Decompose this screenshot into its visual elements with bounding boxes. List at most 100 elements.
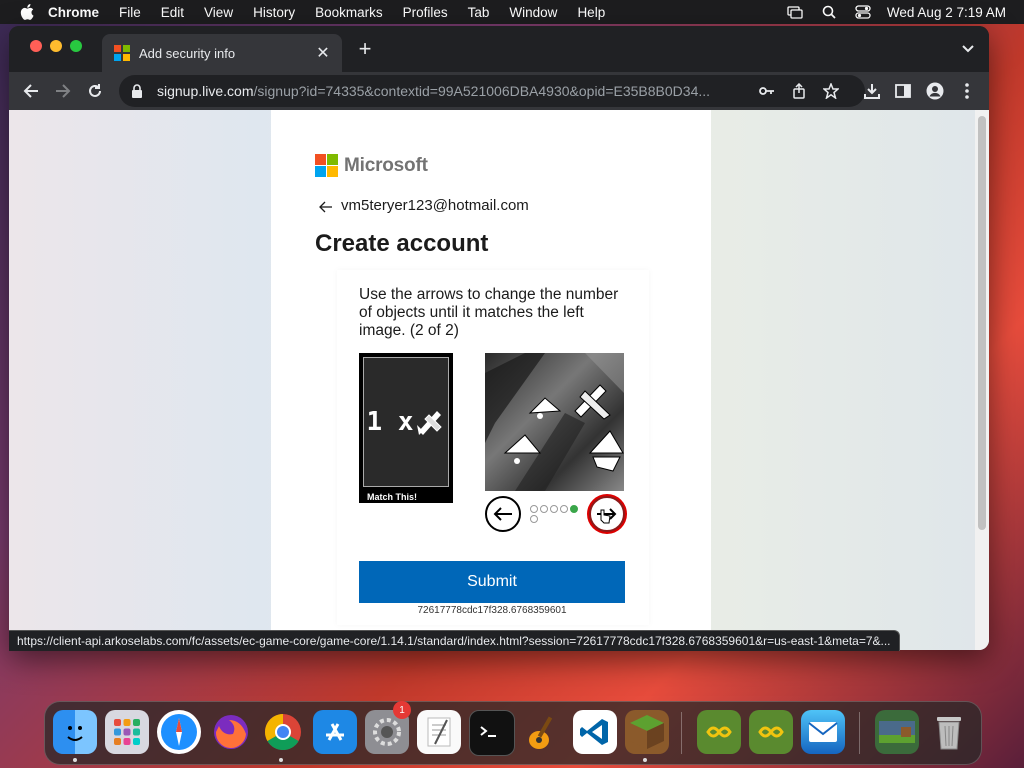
menu-tab[interactable]: Tab (468, 5, 490, 20)
progress-dot (550, 505, 558, 513)
signup-card: Microsoft vm5teryer123@hotmail.com Creat… (271, 110, 711, 650)
textedit-icon[interactable] (417, 710, 461, 754)
captcha-controls (485, 496, 625, 532)
menu-help[interactable]: Help (577, 5, 605, 20)
tab-title: Add security info (139, 45, 236, 61)
minecraft-launcher-2-icon[interactable] (749, 710, 793, 754)
side-panel-icon[interactable] (891, 79, 915, 103)
minecraft-running-dot (643, 758, 647, 762)
back-arrow-icon[interactable] (319, 200, 333, 212)
minecraft-icon[interactable] (625, 710, 669, 754)
chrome-menu-icon[interactable] (955, 79, 979, 103)
page-scrollbar[interactable] (975, 110, 989, 650)
zoom-window-button[interactable] (70, 40, 82, 52)
settings-badge: 1 (393, 701, 411, 719)
finder-running-dot (73, 758, 77, 762)
captcha-frame: Use the arrows to change the number of o… (337, 270, 649, 625)
control-center-icon[interactable] (855, 5, 871, 19)
reload-button[interactable] (83, 79, 107, 103)
minimize-window-button[interactable] (50, 40, 62, 52)
captcha-target-image: 1 x Match This! (359, 353, 453, 503)
launchpad-icon[interactable] (105, 710, 149, 754)
screen-mirroring-icon[interactable] (787, 5, 803, 19)
mail-icon[interactable] (801, 710, 845, 754)
dock: 1 (44, 701, 982, 765)
finder-icon[interactable] (53, 710, 97, 754)
menu-window[interactable]: Window (509, 5, 557, 20)
progress-dot (530, 505, 538, 513)
bookmark-star-icon[interactable] (821, 81, 841, 101)
scrollbar-thumb[interactable] (978, 116, 986, 530)
forward-button[interactable] (51, 79, 75, 103)
lock-icon[interactable] (131, 84, 143, 98)
terminal-icon[interactable] (469, 710, 515, 756)
link-status-bar: https://client-api.arkoselabs.com/fc/ass… (9, 630, 900, 651)
captcha-match-label: Match This! (367, 492, 418, 502)
garageband-icon[interactable] (521, 710, 565, 754)
dock-separator (859, 712, 860, 754)
tab-strip: Add security info ✕ + (9, 26, 989, 72)
close-window-button[interactable] (30, 40, 42, 52)
right-arrow-hand-cursor-icon (597, 508, 617, 524)
page-title: Create account (315, 230, 489, 257)
url-text[interactable]: signup.live.com/signup?id=74335&contexti… (157, 83, 757, 99)
share-icon[interactable] (789, 81, 809, 101)
trash-icon[interactable] (927, 710, 971, 754)
chrome-running-dot (279, 758, 283, 762)
captcha-instruction: Use the arrows to change the number of o… (359, 286, 619, 339)
target-object-icon (417, 411, 443, 435)
menu-view[interactable]: View (204, 5, 233, 20)
microsoft-favicon-icon (114, 45, 130, 61)
address-bar[interactable]: signup.live.com/signup?id=74335&contexti… (119, 75, 865, 107)
microsoft-logo: Microsoft (315, 154, 428, 177)
new-tab-button[interactable]: + (353, 38, 377, 62)
downloads-stack-icon[interactable] (875, 710, 919, 754)
menu-edit[interactable]: Edit (161, 5, 184, 20)
captcha-puzzle-image (485, 353, 624, 491)
captcha-progress-dots (530, 505, 582, 525)
progress-dot-active (570, 505, 578, 513)
apple-menu-icon[interactable] (20, 4, 34, 20)
browser-window: Add security info ✕ + signup.live.com/si… (9, 26, 989, 650)
menu-bookmarks[interactable]: Bookmarks (315, 5, 383, 20)
menu-file[interactable]: File (119, 5, 141, 20)
page-viewport: Microsoft vm5teryer123@hotmail.com Creat… (9, 110, 989, 650)
minecraft-launcher-icon[interactable] (697, 710, 741, 754)
app-store-icon[interactable] (313, 710, 357, 754)
safari-icon[interactable] (157, 710, 201, 754)
back-button[interactable] (19, 79, 43, 103)
menu-history[interactable]: History (253, 5, 295, 20)
tab-add-security-info[interactable]: Add security info ✕ (102, 34, 342, 72)
close-tab-icon[interactable]: ✕ (316, 43, 330, 63)
progress-dot (560, 505, 568, 513)
url-path: /signup?id=74335&contextid=99A521006DBA4… (253, 83, 711, 99)
firefox-icon[interactable] (209, 710, 253, 754)
identity-email: vm5teryer123@hotmail.com (341, 197, 529, 214)
spotlight-search-icon[interactable] (821, 5, 837, 19)
vscode-icon[interactable] (573, 710, 617, 754)
captcha-target-count: 1 x (366, 407, 414, 437)
menu-profiles[interactable]: Profiles (403, 5, 448, 20)
downloads-icon[interactable] (860, 79, 884, 103)
captcha-next-button[interactable] (589, 496, 625, 532)
identity-banner[interactable]: vm5teryer123@hotmail.com (319, 197, 529, 214)
menu-clock[interactable]: Wed Aug 2 7:19 AM (887, 5, 1006, 20)
url-host: signup.live.com (157, 83, 254, 99)
dock-separator (681, 712, 682, 754)
microsoft-wordmark: Microsoft (344, 154, 428, 176)
captcha-previous-button[interactable] (485, 496, 521, 532)
chrome-icon[interactable] (261, 710, 305, 754)
menu-bar: Chrome File Edit View History Bookmarks … (0, 0, 1024, 24)
microsoft-logo-icon (315, 154, 338, 177)
browser-toolbar: signup.live.com/signup?id=74335&contexti… (9, 72, 989, 110)
menu-chrome[interactable]: Chrome (48, 5, 99, 20)
captcha-session-id: 72617778cdc17f328.6768359601 (417, 605, 567, 616)
tab-search-chevron-icon[interactable] (961, 41, 975, 55)
left-arrow-icon (493, 507, 512, 521)
password-key-icon[interactable] (757, 81, 777, 101)
progress-dot (530, 515, 538, 523)
profile-avatar-icon[interactable] (923, 79, 947, 103)
captcha-target-panel: 1 x (363, 357, 449, 487)
submit-button[interactable]: Submit (359, 561, 625, 603)
progress-dot (540, 505, 548, 513)
